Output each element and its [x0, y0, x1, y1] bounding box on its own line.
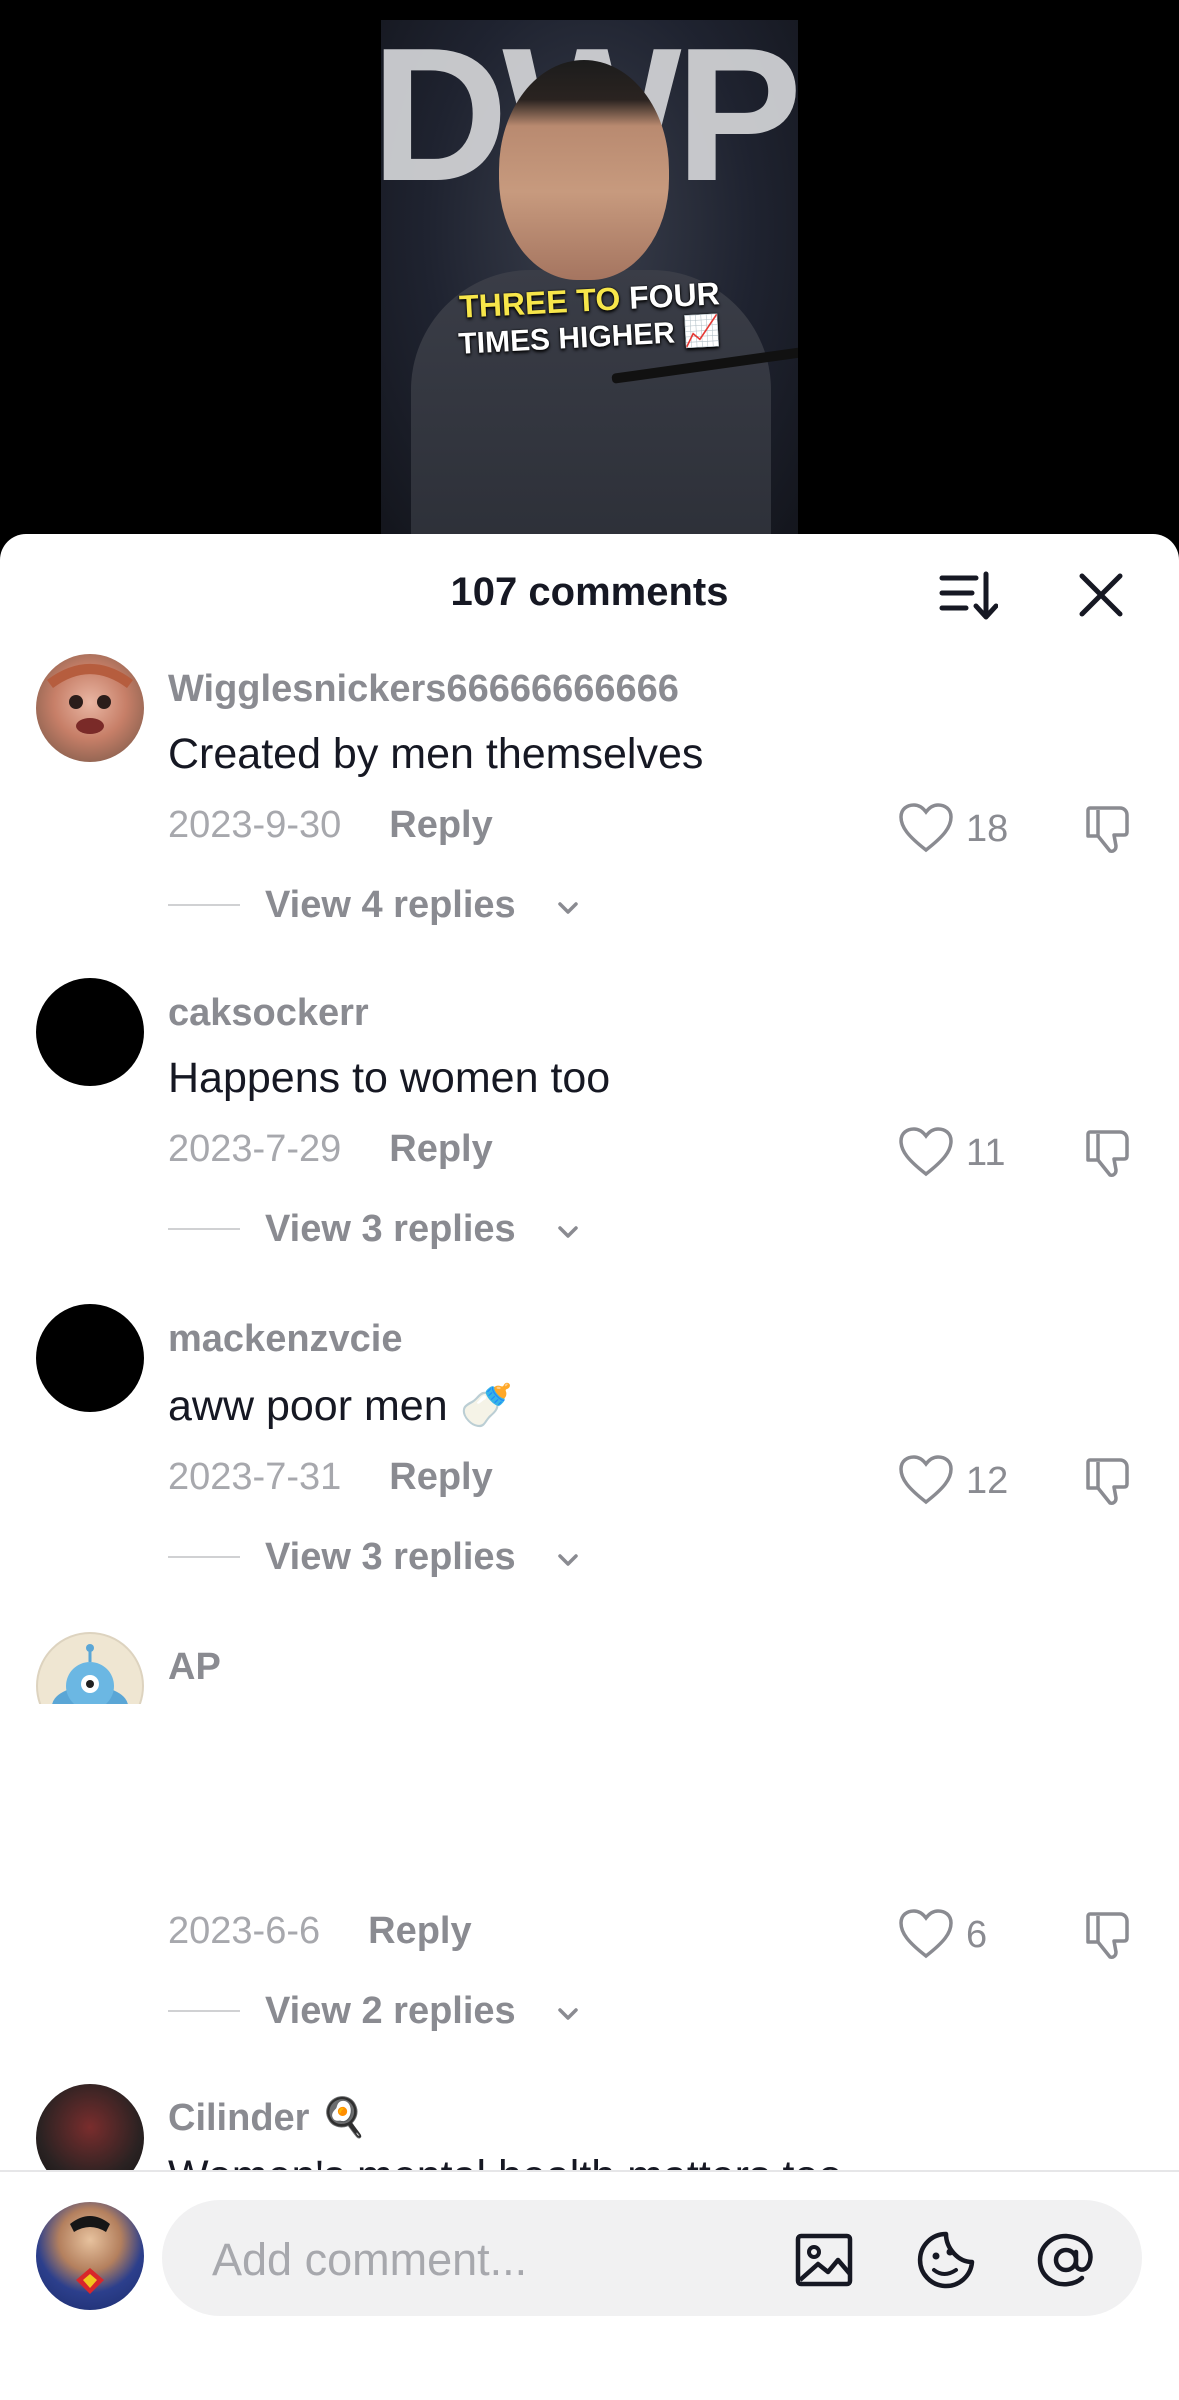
view-replies-label: View 4 replies [265, 884, 516, 926]
comment-text: Women's mental health matters too [168, 2146, 1148, 2170]
heart-icon [899, 803, 953, 853]
avatar-image [70, 2216, 110, 2294]
like-count: 6 [966, 1914, 988, 1956]
dislike-icon[interactable] [1080, 1452, 1136, 1508]
chevron-down-icon [558, 1226, 578, 1238]
chevron-down-icon [558, 2008, 578, 2020]
caption-yellow-text: THREE TO [458, 280, 622, 325]
comment-meta: 2023-7-29 Reply [168, 1128, 493, 1171]
like-count: 12 [966, 1460, 1009, 1502]
like-button[interactable]: 6 [898, 1906, 1038, 1962]
avatar[interactable] [36, 654, 144, 762]
comment-username[interactable]: Wigglesnickers66666666666 [168, 668, 679, 711]
sheet-header: 107 comments [0, 534, 1179, 654]
view-replies-button[interactable]: View 4 replies [168, 880, 588, 930]
avatar[interactable] [36, 1632, 144, 1704]
comments-count-title: 107 comments [450, 570, 729, 614]
comment-text: aww poor men 🍼 [168, 1382, 514, 1430]
replies-divider [168, 1228, 240, 1230]
dislike-icon[interactable] [1080, 800, 1136, 856]
comment-username[interactable]: Cilinder 🍳 [168, 2096, 367, 2140]
like-count: 18 [966, 808, 1009, 850]
comment-item: mackenzvcie aww poor men 🍼 2023-7-31 Repl… [0, 1304, 1179, 1624]
view-replies-label: View 3 replies [265, 1536, 516, 1578]
comment-username[interactable]: AP [168, 1646, 221, 1689]
view-replies-button[interactable]: View 3 replies [168, 1532, 588, 1582]
replies-divider [168, 2010, 240, 2012]
chevron-down-icon [558, 902, 578, 914]
avatar[interactable] [36, 978, 144, 1086]
comment-text: Because men don’t go to therapy, don’t u… [168, 1696, 1148, 1704]
heart-icon [899, 1909, 953, 1959]
comment-meta: 2023-9-30 Reply [168, 804, 493, 847]
comment-item: caksockerr Happens to women too 2023-7-2… [0, 978, 1179, 1298]
replies-divider [168, 1556, 240, 1558]
reply-button[interactable]: Reply [389, 804, 492, 846]
avatar-image [47, 664, 133, 734]
mention-icon[interactable] [1034, 2228, 1098, 2292]
reply-button[interactable]: Reply [368, 1910, 471, 1952]
like-count: 11 [966, 1132, 1006, 1174]
video-area[interactable]: DWPD THREE TO FOUR TIMES HIGHER 📈 [0, 0, 1179, 560]
heart-icon [899, 1455, 953, 1505]
sticker-icon[interactable] [914, 2228, 978, 2292]
close-icon[interactable] [1072, 566, 1130, 624]
like-button[interactable]: 12 [898, 1452, 1038, 1508]
view-replies-button[interactable]: View 2 replies [168, 1986, 588, 2036]
comment-username[interactable]: mackenzvcie [168, 1318, 403, 1361]
comment-item: Wigglesnickers66666666666 Created by men… [0, 654, 1179, 974]
comments-list[interactable]: Wigglesnickers66666666666 Created by men… [0, 654, 1179, 1704]
my-avatar[interactable] [36, 2202, 144, 2310]
replies-divider [168, 904, 240, 906]
view-replies-label: View 2 replies [265, 1990, 516, 2032]
like-button[interactable]: 11 [898, 1124, 1038, 1180]
image-icon[interactable] [792, 2228, 856, 2292]
avatar[interactable] [36, 2084, 144, 2170]
heart-icon [899, 1127, 953, 1177]
comment-date: 2023-7-31 [168, 1456, 342, 1498]
comment-meta: 2023-7-31 Reply [168, 1456, 493, 1499]
video-frame[interactable]: DWPD THREE TO FOUR TIMES HIGHER 📈 [381, 20, 798, 540]
chevron-down-icon [558, 1554, 578, 1566]
comment-input-placeholder: Add comment... [212, 2234, 528, 2285]
dislike-icon[interactable] [1080, 1124, 1136, 1180]
comment-meta: 2023-6-6 Reply [168, 1910, 472, 1953]
comment-date: 2023-9-30 [168, 804, 342, 846]
avatar[interactable] [36, 1304, 144, 1412]
comment-text: Happens to women too [168, 1054, 611, 1102]
comment-input[interactable]: Add comment... [162, 2200, 1142, 2316]
like-button[interactable]: 18 [898, 800, 1038, 856]
view-replies-button[interactable]: View 3 replies [168, 1204, 588, 1254]
reply-button[interactable]: Reply [389, 1456, 492, 1498]
video-person-head [499, 60, 669, 280]
view-replies-label: View 3 replies [265, 1208, 516, 1250]
comment-item: AP Because men don’t go to therapy, don’… [0, 1632, 1179, 1704]
comment-text: Created by men themselves [168, 730, 704, 778]
comment-date: 2023-7-29 [168, 1128, 342, 1170]
caption-white-text: FOUR [628, 275, 721, 316]
comment-item: Cilinder 🍳 Women's mental health matters… [0, 2084, 1179, 2170]
dislike-icon[interactable] [1080, 1906, 1136, 1962]
avatar-image [52, 1644, 128, 1704]
comment-username[interactable]: caksockerr [168, 992, 369, 1035]
comment-4-meta-row: 2023-6-6 Reply 6 [0, 1909, 1179, 1990]
comment-input-bar: Add comment... [0, 2170, 1179, 2400]
reply-button[interactable]: Reply [389, 1128, 492, 1170]
sort-icon[interactable] [938, 566, 998, 626]
comment-date: 2023-6-6 [168, 1910, 321, 1952]
